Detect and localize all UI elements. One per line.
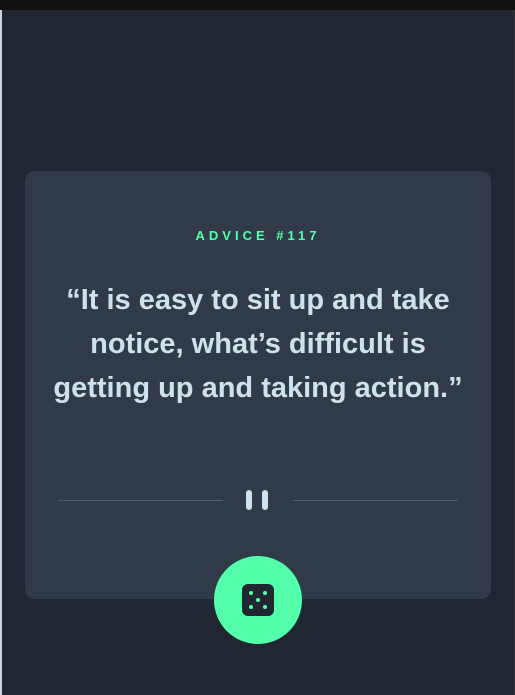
divider	[58, 489, 458, 511]
dice-icon	[242, 584, 274, 616]
dice-pip	[256, 598, 260, 602]
dice-pip	[249, 605, 253, 609]
dice-pip	[263, 605, 267, 609]
advice-number-label: ADVICE #117	[195, 228, 321, 243]
dice-pip	[263, 591, 267, 595]
pause-icon	[243, 490, 273, 510]
divider-line-right	[293, 500, 458, 501]
pause-bar-right	[262, 490, 268, 510]
divider-line-left	[58, 500, 223, 501]
window-top-bar	[0, 0, 515, 10]
dice-button[interactable]	[214, 556, 302, 644]
advice-card: ADVICE #117 “It is easy to sit up and ta…	[25, 171, 491, 599]
pause-bar-left	[246, 490, 252, 510]
advice-quote: “It is easy to sit up and take notice, w…	[53, 284, 463, 404]
dice-pip	[249, 591, 253, 595]
left-edge	[0, 10, 2, 695]
